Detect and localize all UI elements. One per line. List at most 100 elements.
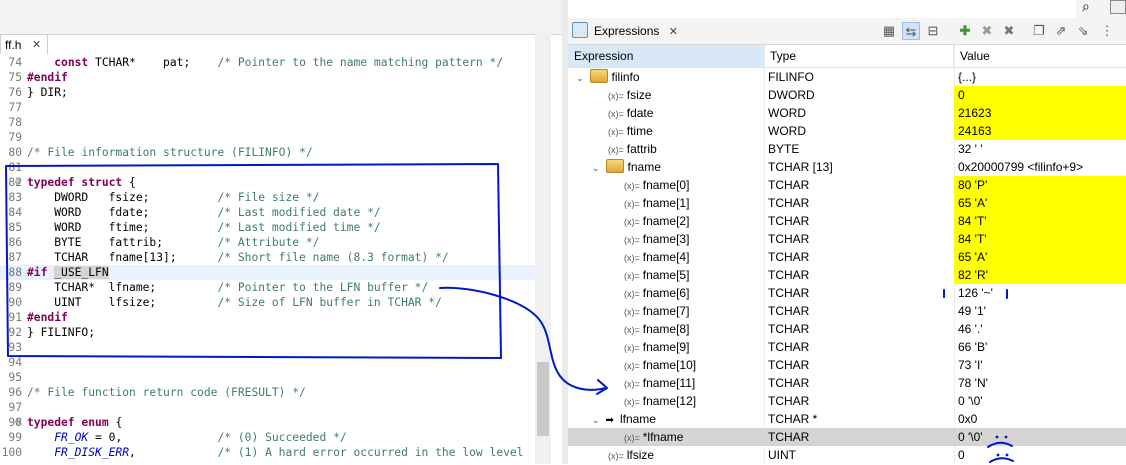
- expression-value[interactable]: 78 'N': [954, 374, 1126, 392]
- fold-toggle-icon[interactable]: ⊖: [15, 415, 21, 430]
- expand-toggle-icon[interactable]: ⌄: [592, 415, 600, 425]
- expression-value[interactable]: 49 '1': [954, 302, 1126, 320]
- code-line[interactable]: 90 UINT lfsize; /* Size of LFN buffer in…: [0, 295, 535, 310]
- code-line[interactable]: 91 #endif: [0, 310, 535, 325]
- code-line[interactable]: 95: [0, 370, 535, 385]
- expression-value[interactable]: 66 'B': [954, 338, 1126, 356]
- remove-all-icon[interactable]: ✖: [1000, 22, 1018, 40]
- code-line[interactable]: 96 /* File function return code (FRESULT)…: [0, 385, 535, 400]
- expression-value[interactable]: 80 'P': [954, 176, 1126, 194]
- code-line[interactable]: 100 FR_DISK_ERR, /* (1) A hard error occ…: [0, 445, 535, 460]
- expression-row[interactable]: (x)= fname[2] TCHAR 84 'T': [568, 212, 1126, 230]
- expression-row[interactable]: (x)= fattrib BYTE 32 ' ': [568, 140, 1126, 158]
- tab-expressions[interactable]: Expressions ✕: [572, 18, 678, 44]
- expand-toggle-icon[interactable]: ⌄: [592, 163, 600, 173]
- expression-row[interactable]: (x)= fname[4] TCHAR 65 'A': [568, 248, 1126, 266]
- expression-value[interactable]: 0: [954, 446, 1126, 464]
- code-line[interactable]: 75 #endif: [0, 70, 535, 85]
- code-line[interactable]: 76} DIR;: [0, 85, 535, 100]
- expression-value[interactable]: 21623: [954, 104, 1126, 122]
- line-number: 75: [8, 71, 22, 84]
- expression-value[interactable]: 46 '.': [954, 320, 1126, 338]
- close-icon[interactable]: ✕: [669, 26, 678, 38]
- code-line[interactable]: 85 WORD ftime; /* Last modified time */: [0, 220, 535, 235]
- expression-value[interactable]: 73 'I': [954, 356, 1126, 374]
- code-line[interactable]: 77: [0, 100, 535, 115]
- column-header-type[interactable]: Type: [764, 45, 954, 67]
- expression-row[interactable]: (x)= fname[11] TCHAR 78 'N': [568, 374, 1126, 392]
- column-header-expression[interactable]: Expression: [568, 45, 764, 67]
- expression-row[interactable]: ⌄ ➡ lfname TCHAR * 0x0: [568, 410, 1126, 428]
- import-icon[interactable]: ⇘: [1074, 22, 1092, 40]
- expression-row[interactable]: (x)= fname[1] TCHAR 65 'A': [568, 194, 1126, 212]
- code-line[interactable]: 97: [0, 400, 535, 415]
- code-editor[interactable]: ff.h ✕ 74 const TCHAR* pat; /* Pointer t…: [0, 0, 562, 464]
- code-text: WORD fdate; /* Last modified date */: [27, 206, 381, 219]
- remove-expression-icon[interactable]: ✖: [978, 22, 996, 40]
- code-line[interactable]: 79: [0, 130, 535, 145]
- export-icon[interactable]: ⇗: [1052, 22, 1070, 40]
- code-line[interactable]: 93: [0, 340, 535, 355]
- expression-row[interactable]: (x)= fname[0] TCHAR 80 'P': [568, 176, 1126, 194]
- expression-row[interactable]: (x)= fname[10] TCHAR 73 'I': [568, 356, 1126, 374]
- new-watch-icon[interactable]: ❐: [1030, 22, 1048, 40]
- expression-row[interactable]: (x)= *lfname TCHAR 0 '\0': [568, 428, 1126, 446]
- search-icon[interactable]: ⌕: [1082, 0, 1090, 15]
- code-line[interactable]: 86 BYTE fattrib; /* Attribute */: [0, 235, 535, 250]
- expression-row[interactable]: (x)= fname[3] TCHAR 84 'T': [568, 230, 1126, 248]
- expression-value[interactable]: 0x0: [954, 410, 1126, 428]
- expression-row[interactable]: (x)= fname[6] TCHAR 126 '~': [568, 284, 1126, 302]
- editor-tab-ff-h[interactable]: ff.h ✕: [0, 34, 48, 54]
- view-menu-icon[interactable]: ⋮: [1098, 22, 1116, 40]
- expression-value[interactable]: 0 '\0': [954, 392, 1126, 410]
- expression-row[interactable]: (x)= lfsize UINT 0: [568, 446, 1126, 464]
- expression-value[interactable]: 0: [954, 86, 1126, 104]
- expression-row[interactable]: (x)= ftime WORD 24163: [568, 122, 1126, 140]
- collapse-all-icon[interactable]: ⊟: [924, 22, 942, 40]
- expand-toggle-icon[interactable]: ⌄: [576, 73, 584, 83]
- expression-value[interactable]: 0 '\0': [954, 428, 1126, 446]
- show-logical-structure-icon[interactable]: ⇆: [902, 22, 920, 40]
- show-type-names-icon[interactable]: ▦: [880, 22, 898, 40]
- expression-row[interactable]: (x)= fname[12] TCHAR 0 '\0': [568, 392, 1126, 410]
- expression-row[interactable]: (x)= fname[9] TCHAR 66 'B': [568, 338, 1126, 356]
- code-line[interactable]: 78: [0, 115, 535, 130]
- code-line[interactable]: 98 ⊖ typedef enum {: [0, 415, 535, 430]
- expression-row[interactable]: ⌄ filinfo FILINFO {...}: [568, 68, 1126, 86]
- expression-row[interactable]: (x)= fdate WORD 21623: [568, 104, 1126, 122]
- close-icon[interactable]: ✕: [32, 35, 41, 55]
- expression-row[interactable]: (x)= fname[8] TCHAR 46 '.': [568, 320, 1126, 338]
- expression-row[interactable]: ⌄ fname TCHAR [13] 0x20000799 <filinfo+9>: [568, 158, 1126, 176]
- expression-value[interactable]: 0x20000799 <filinfo+9>: [954, 158, 1126, 176]
- code-line[interactable]: 84 WORD fdate; /* Last modified date */: [0, 205, 535, 220]
- expression-value[interactable]: 82 'R': [954, 266, 1126, 284]
- fold-toggle-icon[interactable]: ⊖: [15, 175, 21, 190]
- perspective-icon[interactable]: [1110, 0, 1126, 14]
- add-expression-icon[interactable]: ✚: [956, 22, 974, 40]
- expression-value[interactable]: 84 'T': [954, 230, 1126, 248]
- code-line[interactable]: 89 TCHAR* lfname; /* Pointer to the LFN …: [0, 280, 535, 295]
- expression-type: BYTE: [768, 142, 800, 156]
- column-header-value[interactable]: Value: [954, 45, 1126, 67]
- expression-value[interactable]: 126 '~': [954, 284, 1126, 302]
- code-line[interactable]: 82 ⊖ typedef struct {: [0, 175, 535, 190]
- expression-value[interactable]: 84 'T': [954, 212, 1126, 230]
- code-line[interactable]: 83 DWORD fsize; /* File size */: [0, 190, 535, 205]
- expression-row[interactable]: (x)= fsize DWORD 0: [568, 86, 1126, 104]
- code-line[interactable]: 81: [0, 160, 535, 175]
- code-line[interactable]: 80 /* File information structure (FILINFO…: [0, 145, 535, 160]
- expression-value[interactable]: 32 ' ': [954, 140, 1126, 158]
- code-line[interactable]: 92} FILINFO;: [0, 325, 535, 340]
- expression-value[interactable]: 65 'A': [954, 194, 1126, 212]
- editor-scrollbar-thumb[interactable]: [537, 362, 549, 436]
- expression-value[interactable]: 65 'A': [954, 248, 1126, 266]
- expression-row[interactable]: (x)= fname[5] TCHAR 82 'R': [568, 266, 1126, 284]
- code-line[interactable]: 88 #if _USE_LFN: [0, 265, 535, 280]
- expression-value[interactable]: 24163: [954, 122, 1126, 140]
- code-line[interactable]: 87 TCHAR fname[13]; /* Short file name (…: [0, 250, 535, 265]
- code-line[interactable]: 94: [0, 355, 535, 370]
- expression-value[interactable]: {...}: [954, 68, 1126, 86]
- code-line[interactable]: 74 const TCHAR* pat; /* Pointer to the n…: [0, 55, 535, 70]
- expression-row[interactable]: (x)= fname[7] TCHAR 49 '1': [568, 302, 1126, 320]
- code-line[interactable]: 99 FR_OK = 0, /* (0) Succeeded */: [0, 430, 535, 445]
